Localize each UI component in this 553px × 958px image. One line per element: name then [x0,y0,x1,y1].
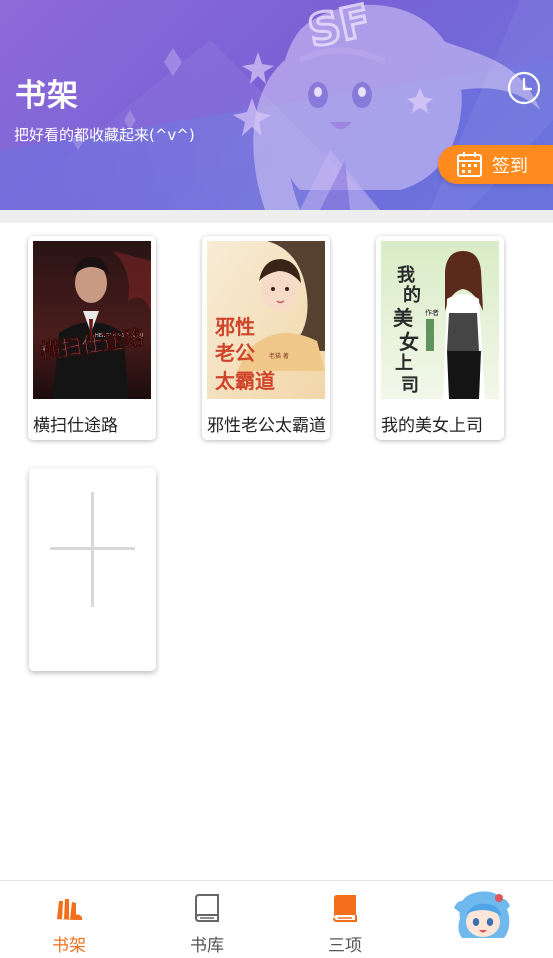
book-cover: 邪性 老公 太霸道 老猫 著 [207,241,325,399]
cover-title-line: 的 [403,284,421,306]
cover-small-text: 作者 [425,308,439,317]
book-card[interactable]: HENGSAO SHITULU 横扫仕途路 横扫仕途路 [28,236,156,440]
bookshelf-icon [56,899,82,920]
history-button[interactable] [507,71,541,105]
anime-avatar-icon [454,891,510,946]
book-library-icon [195,894,219,922]
profile-avatar-button[interactable] [452,888,514,946]
cover-small-text: 老猫 著 [269,352,289,360]
shelf-header: SF 书架 把好看的都收藏起来(^v^) 签到 [0,0,553,210]
sign-in-label: 签到 [492,155,528,177]
nav-tab-bookshelf[interactable]: 书架 [0,881,138,958]
cover-title-line: 女 [399,330,419,354]
cover-title-line: 邪性 [214,315,255,339]
book-title: 邪性老公太霸道 [207,416,326,436]
clock-icon [507,71,541,105]
nav-tab-library[interactable]: 书库 [138,881,276,958]
book-card[interactable]: 邪性 老公 太霸道 老猫 著 邪性老公太霸道 [202,236,330,440]
calendar-icon [457,152,482,177]
cover-title-line: 太霸道 [215,369,275,393]
book-title: 我的美女上司 [381,416,483,436]
nav-tab-three[interactable]: 三项 [276,881,414,958]
cover-title-line: 司 [401,375,419,396]
add-book-button[interactable] [29,468,156,671]
section-divider [0,210,553,223]
sign-in-button[interactable]: 签到 [438,145,553,184]
book-icon [333,895,357,922]
cover-title-line: 老公 [215,341,255,365]
book-cover: 我 的 美 女 上 司 作者 [381,241,499,399]
book-cover: HENGSAO SHITULU 横扫仕途路 [33,241,151,399]
cover-title-line: 美 [393,306,414,330]
book-card[interactable]: 我 的 美 女 上 司 作者 我的美女上司 [376,236,504,440]
plus-icon [50,492,135,607]
cover-title-line: 上 [395,353,413,374]
nav-label: 书库 [190,936,224,956]
cover-title-line: 我 [397,265,415,286]
page-title: 书架 [15,78,79,114]
book-title: 横扫仕途路 [33,416,118,436]
nav-label: 三项 [328,936,362,956]
nav-label: 书架 [52,936,86,956]
page-subtitle: 把好看的都收藏起来(^v^) [14,126,195,144]
